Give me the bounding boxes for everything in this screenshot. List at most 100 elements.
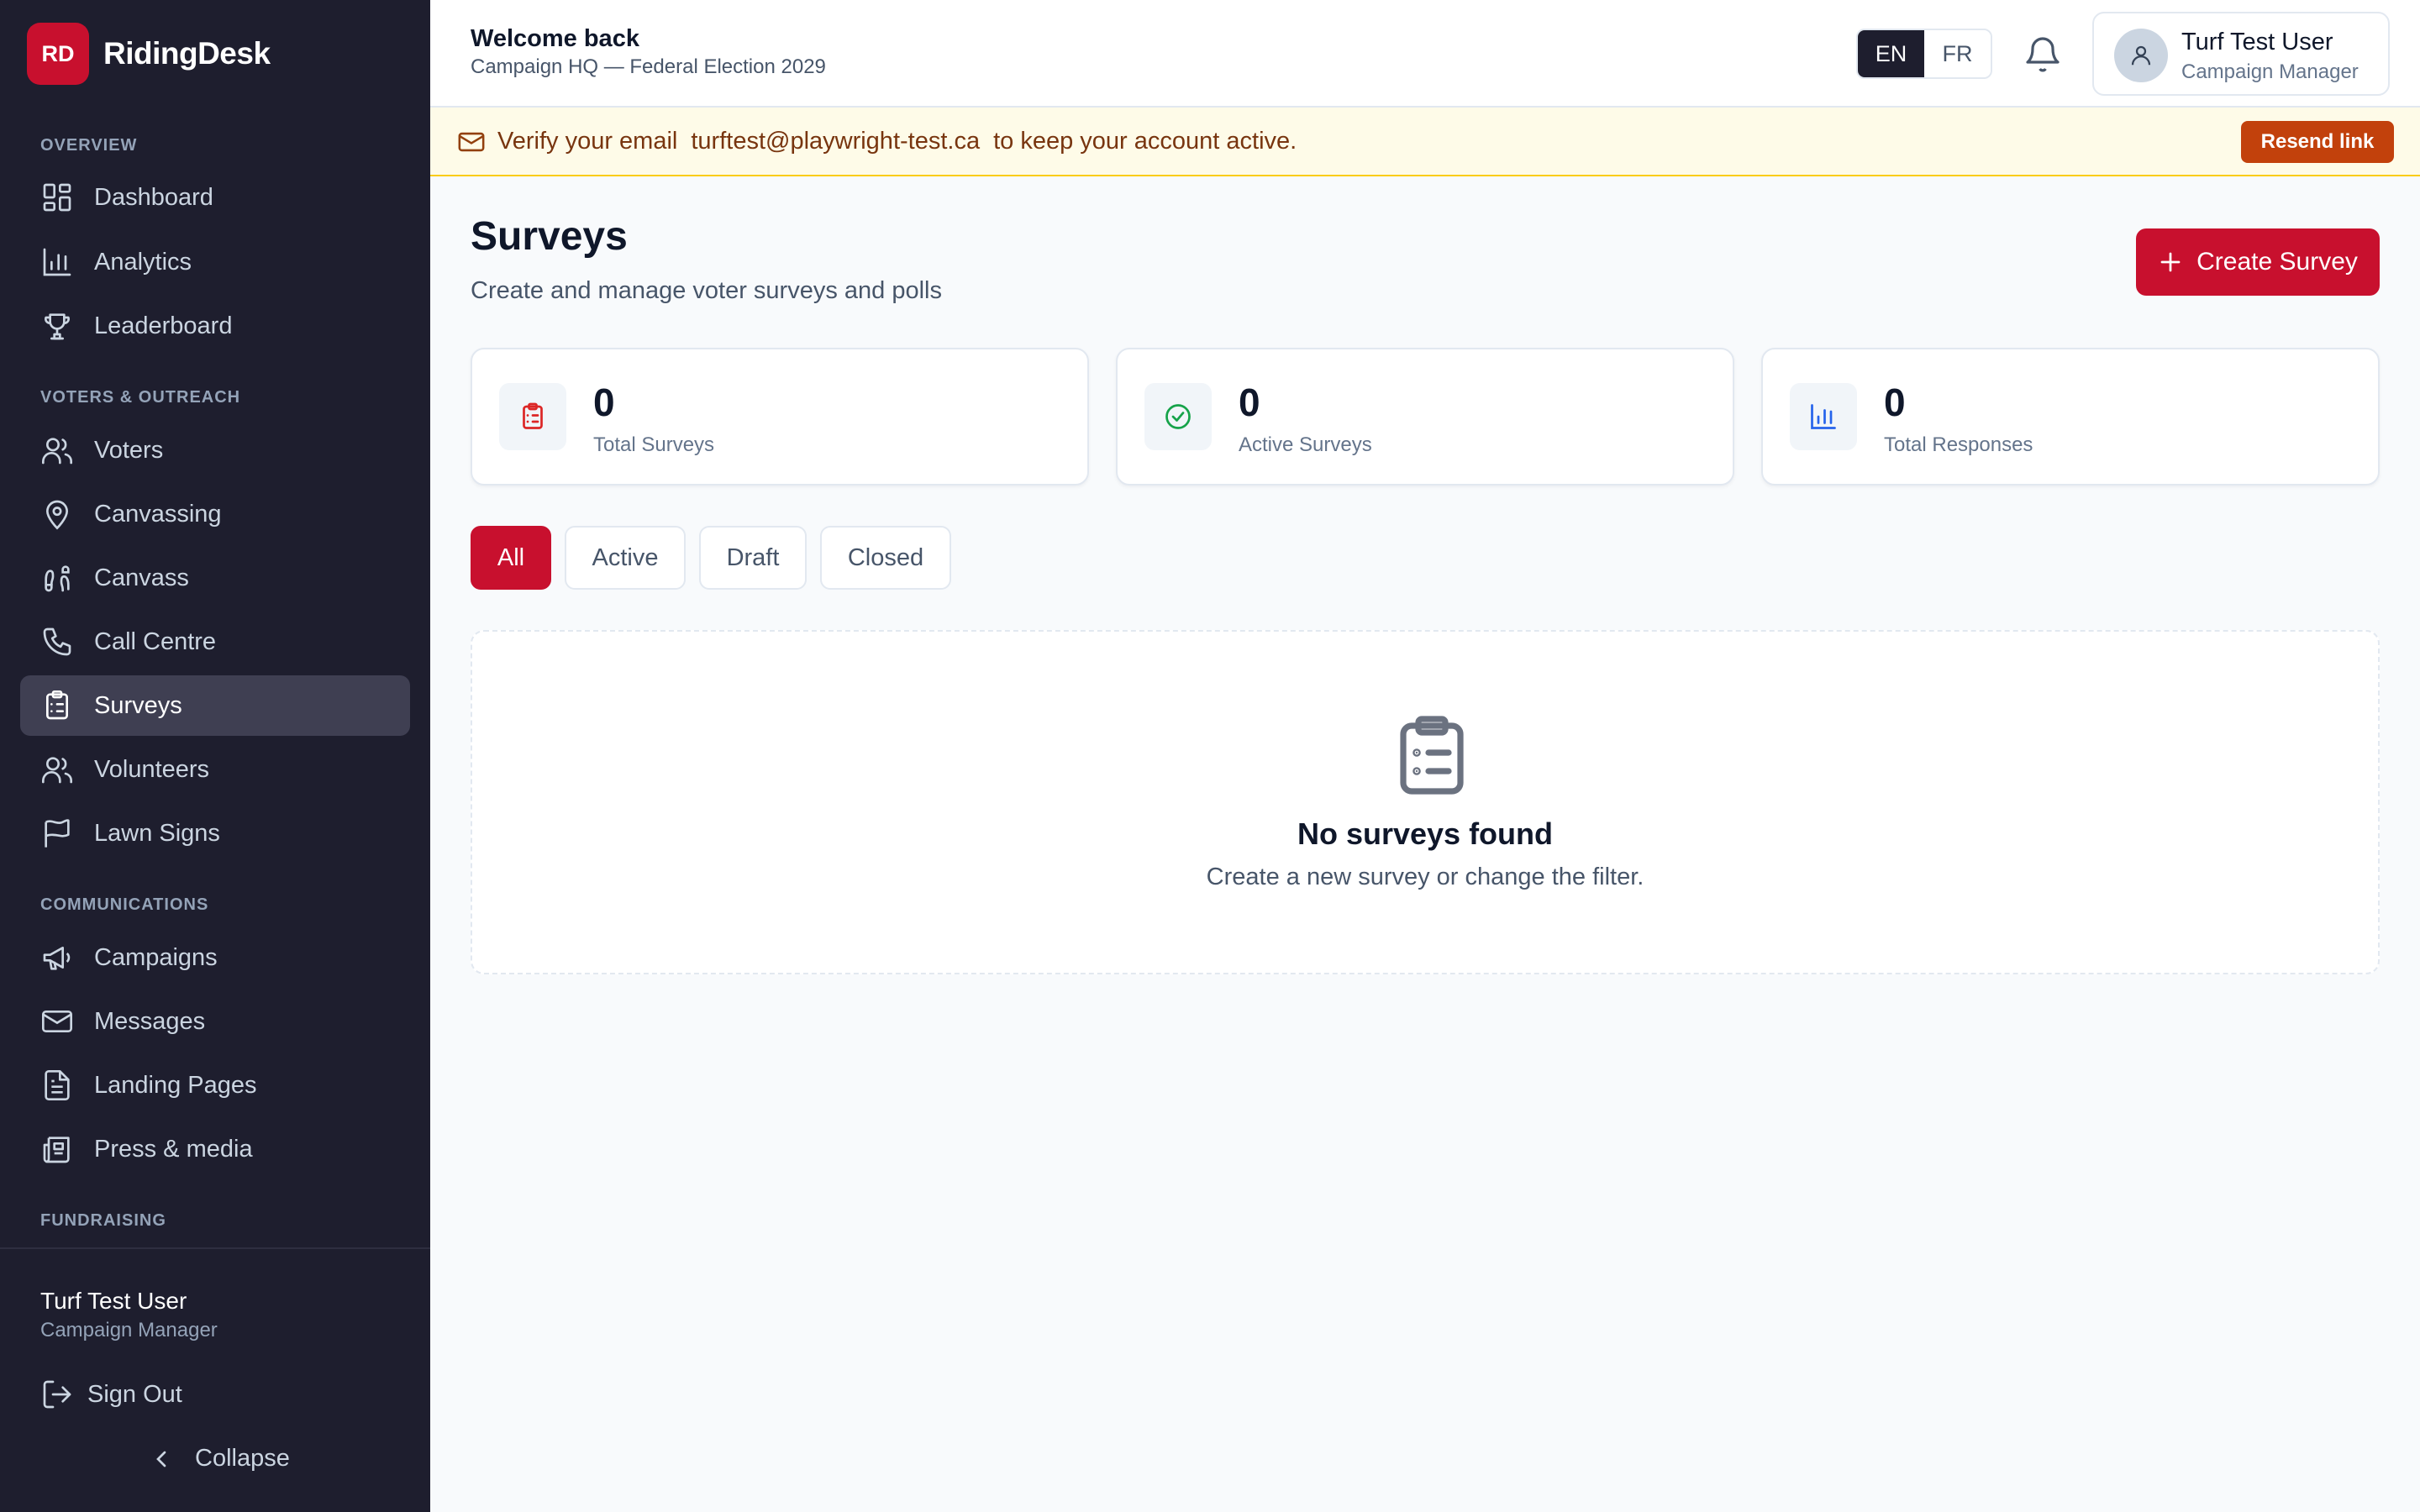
sidebar-item-dashboard[interactable]: Dashboard xyxy=(20,167,410,228)
empty-title: No surveys found xyxy=(1297,816,1554,851)
megaphone-icon xyxy=(43,947,71,970)
verify-email-banner: Verify your email turftest@playwright-te… xyxy=(430,108,2420,176)
section-label-fundraising: FUNDRAISING xyxy=(40,1211,166,1230)
page-title: Surveys xyxy=(471,214,628,259)
filter-all[interactable]: All xyxy=(471,526,551,590)
sidebar-item-leaderboard[interactable]: Leaderboard xyxy=(20,296,410,356)
brand-name: RidingDesk xyxy=(103,36,271,71)
lang-en-button[interactable]: EN xyxy=(1858,30,1924,77)
sidebar-item-canvass[interactable]: Canvass xyxy=(20,548,410,608)
dashboard-icon xyxy=(43,183,71,212)
banner-email: turftest@playwright-test.ca xyxy=(691,128,981,155)
sidebar-item-volunteers[interactable]: Volunteers xyxy=(20,739,410,800)
banner-prefix: Verify your email xyxy=(497,128,678,155)
sidebar-item-landing-pages[interactable]: Landing Pages xyxy=(20,1055,410,1116)
trophy-icon xyxy=(45,313,70,340)
sidebar-item-analytics[interactable]: Analytics xyxy=(20,232,410,292)
stat-label: Active Surveys xyxy=(1239,433,1372,456)
sidebar-item-surveys[interactable]: Surveys xyxy=(20,675,410,736)
language-toggle: EN FR xyxy=(1856,29,1992,79)
sidebar-item-label: Volunteers xyxy=(94,755,210,783)
stat-label: Total Responses xyxy=(1884,433,2033,456)
section-label-overview: OVERVIEW xyxy=(40,136,138,155)
section-label-communications: COMMUNICATIONS xyxy=(40,895,209,914)
sidebar-item-label: Canvassing xyxy=(94,500,222,528)
page-subtitle: Create and manage voter surveys and poll… xyxy=(471,277,942,304)
log-out-icon xyxy=(43,1380,71,1409)
banner-suffix: to keep your account active. xyxy=(993,128,1297,155)
sidebar-item-messages[interactable]: Messages xyxy=(20,991,410,1052)
stat-card-total-surveys: 0 Total Surveys xyxy=(471,348,1089,486)
resend-link-button[interactable]: Resend link xyxy=(2241,121,2394,163)
sidebar-divider xyxy=(0,1247,430,1249)
sidebar-item-label: Analytics xyxy=(94,248,192,276)
mail-icon xyxy=(458,132,485,152)
stat-value: 0 xyxy=(1239,381,1260,424)
sidebar: RD RidingDesk OVERVIEW Dashboard Analyti… xyxy=(0,0,430,1512)
create-survey-label: Create Survey xyxy=(2196,248,2358,276)
sign-out-label: Sign Out xyxy=(87,1380,182,1408)
sidebar-item-label: Voters xyxy=(94,436,164,464)
user-icon xyxy=(2131,45,2151,66)
clipboard-list-icon xyxy=(1400,716,1464,795)
sidebar-item-label: Canvass xyxy=(94,564,189,591)
check-circle-icon xyxy=(1165,404,1191,429)
sidebar-item-label: Leaderboard xyxy=(94,312,233,339)
stat-value: 0 xyxy=(593,381,615,424)
flag-icon xyxy=(45,819,70,848)
sidebar-item-campaigns[interactable]: Campaigns xyxy=(20,927,410,988)
sidebar-item-label: Lawn Signs xyxy=(94,819,220,847)
avatar xyxy=(2114,29,2168,82)
stat-icon-box xyxy=(1144,383,1212,450)
sidebar-item-label: Landing Pages xyxy=(94,1071,257,1099)
clipboard-list-icon xyxy=(523,402,543,429)
user-menu[interactable]: Turf Test User Campaign Manager xyxy=(2092,12,2390,96)
sidebar-item-press-media[interactable]: Press & media xyxy=(20,1119,410,1179)
sidebar-item-voters[interactable]: Voters xyxy=(20,420,410,480)
stat-card-active-surveys: 0 Active Surveys xyxy=(1116,348,1734,486)
brand[interactable]: RD RidingDesk xyxy=(27,23,271,85)
user-role: Campaign Manager xyxy=(2181,60,2359,83)
user-name: Turf Test User xyxy=(2181,29,2333,55)
sidebar-item-canvassing[interactable]: Canvassing xyxy=(20,484,410,544)
top-header: Welcome back Campaign HQ — Federal Elect… xyxy=(430,0,2420,108)
sidebar-item-label: Dashboard xyxy=(94,183,213,211)
stat-value: 0 xyxy=(1884,381,1906,424)
chevron-left-icon xyxy=(156,1451,166,1467)
filter-active[interactable]: Active xyxy=(565,526,686,590)
bar-chart-icon xyxy=(1811,404,1836,429)
stat-icon-box xyxy=(499,383,566,450)
sidebar-item-call-centre[interactable]: Call Centre xyxy=(20,612,410,672)
plus-icon xyxy=(2160,252,2181,272)
mail-icon xyxy=(42,1011,72,1032)
sidebar-item-label: Messages xyxy=(94,1007,206,1035)
bar-chart-icon xyxy=(43,248,71,276)
sidebar-user-role: Campaign Manager xyxy=(40,1319,218,1341)
bell-icon[interactable] xyxy=(2023,34,2063,74)
section-label-voters-outreach: VOTERS & OUTREACH xyxy=(40,388,241,407)
sign-out-button[interactable]: Sign Out xyxy=(40,1378,182,1411)
newspaper-icon xyxy=(43,1137,70,1163)
stat-card-total-responses: 0 Total Responses xyxy=(1761,348,2380,486)
file-text-icon xyxy=(45,1070,70,1100)
footprints-icon xyxy=(45,565,70,592)
welcome-title: Welcome back xyxy=(471,25,639,52)
empty-state: No surveys found Create a new survey or … xyxy=(471,630,2380,974)
sidebar-item-label: Surveys xyxy=(94,691,182,719)
sidebar-user-name: Turf Test User xyxy=(40,1288,187,1314)
users-icon xyxy=(42,757,72,784)
stat-icon-box xyxy=(1790,383,1857,450)
filter-closed[interactable]: Closed xyxy=(820,526,951,590)
stat-label: Total Surveys xyxy=(593,433,715,456)
sidebar-item-lawn-signs[interactable]: Lawn Signs xyxy=(20,803,410,864)
filter-draft[interactable]: Draft xyxy=(699,526,807,590)
collapse-button[interactable]: Collapse xyxy=(148,1445,290,1473)
sidebar-item-label: Press & media xyxy=(94,1135,253,1163)
clipboard-list-icon xyxy=(46,690,68,720)
sidebar-item-label: Call Centre xyxy=(94,627,217,655)
sidebar-item-label: Campaigns xyxy=(94,943,218,971)
brand-logo: RD xyxy=(27,23,89,85)
create-survey-button[interactable]: Create Survey xyxy=(2136,228,2380,296)
lang-fr-button[interactable]: FR xyxy=(1924,30,1991,77)
banner-text: Verify your email turftest@playwright-te… xyxy=(497,128,1297,155)
